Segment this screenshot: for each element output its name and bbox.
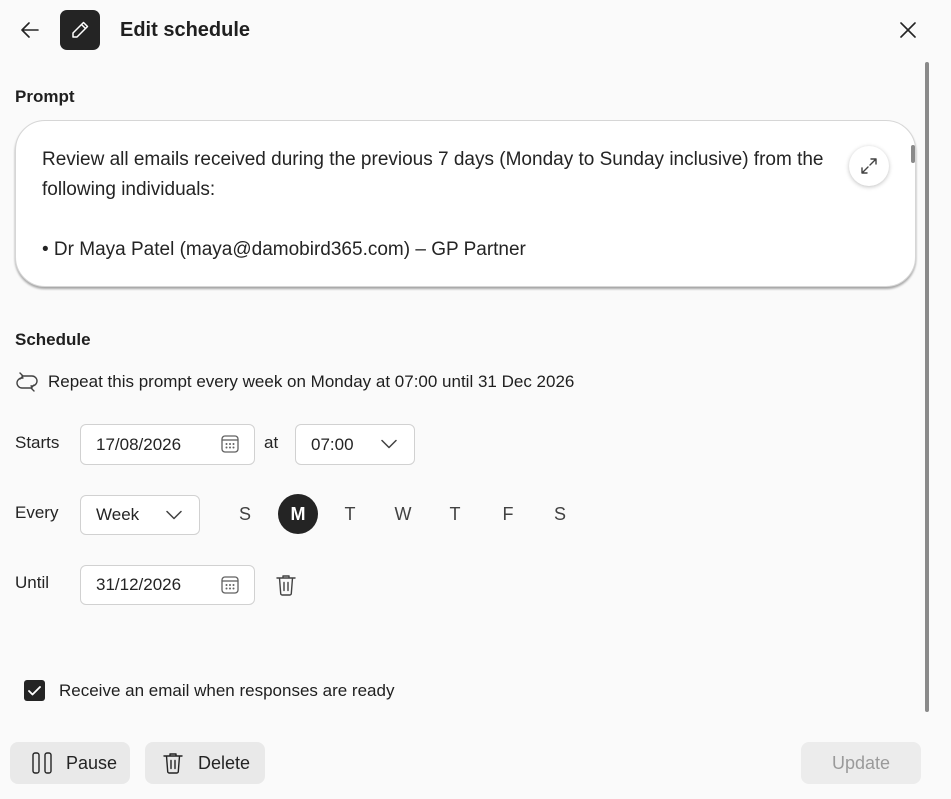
- until-label: Until: [15, 573, 50, 592]
- calendar-icon: [221, 435, 239, 453]
- remove-until-date-button[interactable]: [270, 569, 302, 601]
- repeat-icon: [16, 372, 38, 392]
- day-toggle-friday[interactable]: F: [488, 494, 528, 534]
- start-time-value: 07:00: [311, 434, 354, 454]
- trash-icon: [276, 575, 296, 596]
- prompt-text[interactable]: Review all emails received during the pr…: [42, 145, 872, 265]
- arrow-left-icon: [21, 22, 39, 38]
- prompt-section-label: Prompt: [15, 87, 75, 106]
- pause-button[interactable]: Pause: [10, 742, 130, 784]
- pencil-icon: [72, 21, 89, 38]
- trash-icon: [163, 753, 183, 774]
- pause-button-label: Pause: [66, 752, 118, 773]
- day-toggle-monday[interactable]: M: [278, 494, 318, 534]
- day-toggle-tuesday[interactable]: T: [330, 494, 370, 534]
- update-button-label: Update: [831, 752, 891, 773]
- email-notification-option[interactable]: Receive an email when responses are read…: [24, 680, 394, 701]
- page-title: Edit schedule: [120, 19, 251, 41]
- starts-label: Starts: [15, 433, 60, 452]
- day-toggle-sunday[interactable]: S: [225, 494, 265, 534]
- start-date-picker[interactable]: 17/08/2026: [80, 424, 255, 465]
- until-date-picker[interactable]: 31/12/2026: [80, 565, 255, 605]
- until-date-value: 31/12/2026: [96, 575, 182, 594]
- close-button[interactable]: [892, 14, 924, 46]
- day-toggle-wednesday[interactable]: W: [383, 494, 423, 534]
- calendar-icon: [221, 576, 239, 594]
- email-checkbox-label[interactable]: Receive an email when responses are read…: [59, 681, 394, 701]
- expand-prompt-button[interactable]: [849, 146, 889, 186]
- email-checkbox[interactable]: [24, 680, 45, 701]
- frequency-value: Week: [96, 505, 140, 524]
- chevron-down-icon: [381, 439, 397, 449]
- day-toggle-thursday[interactable]: T: [435, 494, 475, 534]
- page-scrollbar-thumb[interactable]: [925, 62, 929, 712]
- start-time-dropdown[interactable]: 07:00: [295, 424, 415, 465]
- expand-icon: [861, 158, 877, 174]
- frequency-dropdown[interactable]: Week: [80, 495, 200, 535]
- back-button[interactable]: [14, 14, 46, 46]
- pause-icon: [32, 752, 52, 774]
- delete-button-label: Delete: [198, 752, 251, 773]
- day-toggle-saturday[interactable]: S: [540, 494, 580, 534]
- every-label: Every: [15, 503, 59, 522]
- chevron-down-icon: [166, 510, 182, 520]
- delete-button[interactable]: Delete: [145, 742, 265, 784]
- close-icon: [900, 22, 916, 38]
- update-button[interactable]: Update: [801, 742, 921, 784]
- prompt-scrollbar-thumb[interactable]: [911, 145, 915, 163]
- at-label: at: [264, 433, 279, 452]
- start-date-value: 17/08/2026: [96, 434, 182, 454]
- schedule-summary: Repeat this prompt every week on Monday …: [15, 370, 574, 394]
- schedule-edit-app-icon: [60, 10, 100, 50]
- prompt-textarea[interactable]: Review all emails received during the pr…: [15, 120, 916, 287]
- schedule-summary-text: Repeat this prompt every week on Monday …: [48, 372, 575, 391]
- schedule-section-label: Schedule: [15, 330, 91, 349]
- checkmark-icon: [28, 685, 41, 695]
